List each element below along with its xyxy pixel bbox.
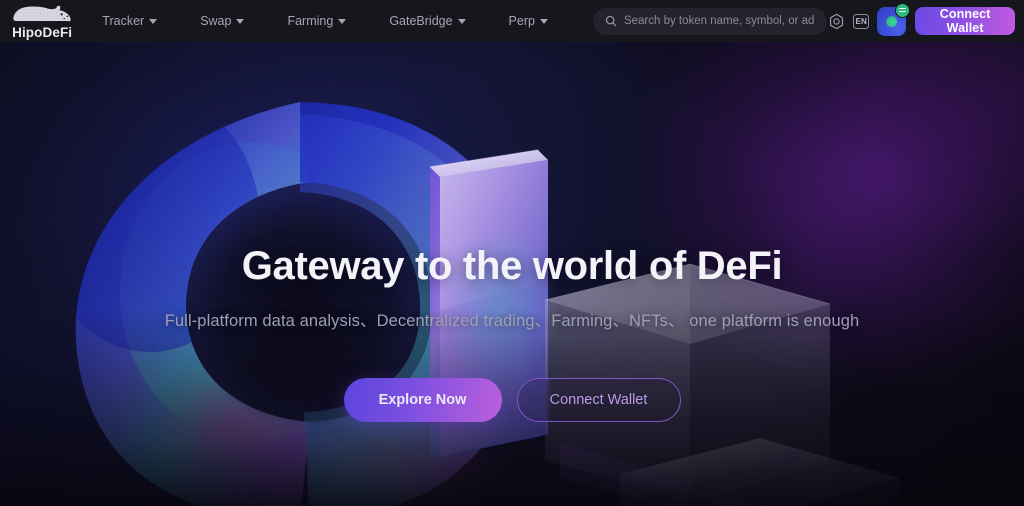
nav-item-label: Swap [200, 14, 232, 28]
nav-item-swap[interactable]: Swap [200, 10, 245, 32]
header-right-actions: EN Connect Wallet [827, 2, 1016, 36]
connect-wallet-button[interactable]: Connect Wallet [915, 7, 1016, 35]
page-root: Gateway to the world of DeFi Full-platfo… [0, 0, 1024, 506]
connect-wallet-hero-button[interactable]: Connect Wallet [516, 378, 681, 422]
hero-subtitle: Full-platform data analysis、Decentralize… [164, 312, 860, 330]
language-label: EN [855, 16, 867, 26]
settings-button[interactable] [827, 8, 847, 34]
brand-name: HipoDeFi [12, 25, 73, 40]
nav-item-label: Farming [287, 14, 334, 28]
brand-logo[interactable]: HipoDeFi [4, 2, 80, 40]
menu-badge-icon [895, 2, 911, 18]
wallet-avatar[interactable] [877, 2, 911, 36]
language-button[interactable]: EN [853, 13, 870, 29]
nav-item-label: Perp [508, 14, 535, 28]
main-nav: Tracker Swap Farming GateBridge Perp [102, 10, 591, 32]
search-bar[interactable] [592, 7, 827, 35]
hexagon-settings-icon [830, 13, 844, 29]
nav-item-farming[interactable]: Farming [287, 10, 347, 32]
top-header: HipoDeFi Tracker Swap Farming GateBridge… [0, 0, 1024, 42]
chevron-down-icon [338, 18, 347, 24]
chevron-down-icon [539, 18, 548, 24]
search-icon [605, 15, 617, 27]
hero-section: Gateway to the world of DeFi Full-platfo… [0, 42, 1024, 506]
nav-item-perp[interactable]: Perp [509, 10, 548, 32]
search-input[interactable] [623, 15, 815, 27]
chevron-down-icon [236, 18, 245, 24]
hero-actions: Explore Now Connect Wallet [343, 378, 681, 422]
nav-item-gatebridge[interactable]: GateBridge [389, 10, 466, 32]
chevron-down-icon [149, 18, 158, 24]
nav-item-label: Tracker [102, 14, 145, 28]
nav-item-tracker[interactable]: Tracker [102, 10, 158, 32]
chevron-down-icon [457, 18, 466, 24]
page-title: Gateway to the world of DeFi [241, 244, 783, 288]
explore-now-button[interactable]: Explore Now [343, 378, 502, 422]
hippo-icon [13, 5, 71, 22]
nav-item-label: GateBridge [389, 14, 453, 28]
